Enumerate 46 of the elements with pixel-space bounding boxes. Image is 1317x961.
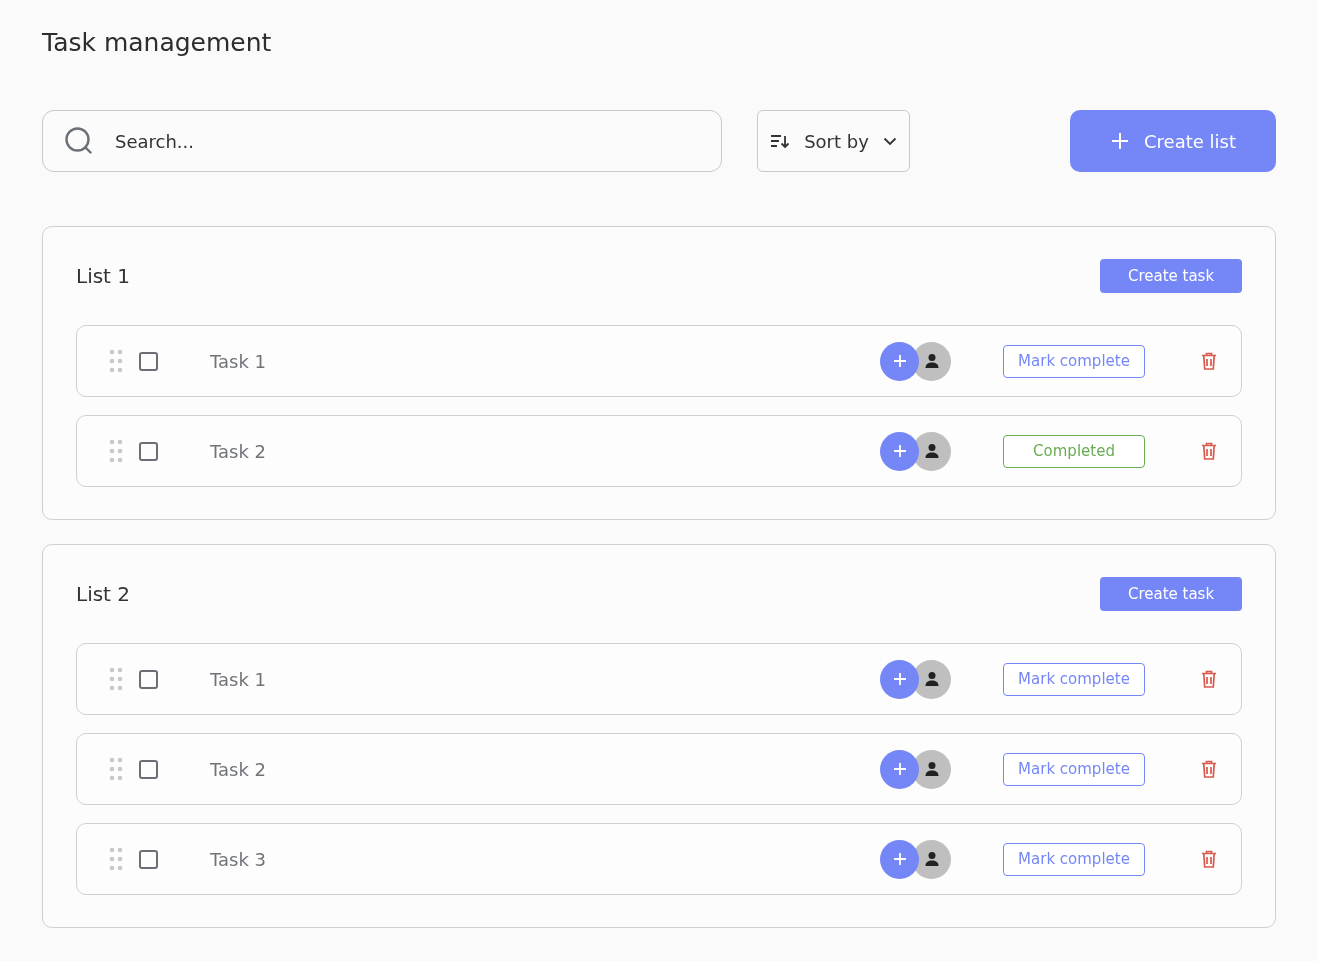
delete-icon[interactable] — [1201, 670, 1217, 688]
plus-icon — [1110, 131, 1130, 151]
plus-icon — [892, 444, 907, 458]
create-task-button[interactable]: Create task — [1100, 577, 1242, 611]
completed-badge[interactable]: Completed — [1003, 434, 1145, 468]
add-assignee-button[interactable] — [880, 839, 919, 879]
drag-handle-icon[interactable] — [109, 757, 123, 781]
drag-handle-icon[interactable] — [109, 847, 123, 871]
task-checkbox[interactable] — [139, 669, 158, 689]
task-name: Task 2 — [210, 758, 268, 780]
plus-icon — [892, 354, 907, 368]
add-assignee-button[interactable] — [880, 341, 919, 381]
list-title: List 2 — [76, 582, 131, 606]
page-title: Task management — [42, 28, 273, 59]
mark-complete-button[interactable]: Mark complete — [1003, 842, 1145, 876]
mark-complete-button[interactable]: Mark complete — [1003, 662, 1145, 696]
drag-handle-icon[interactable] — [109, 349, 123, 373]
delete-icon[interactable] — [1201, 442, 1217, 460]
plus-icon — [892, 672, 907, 686]
create-task-button[interactable]: Create task — [1100, 259, 1242, 293]
task-name: Task 2 — [210, 440, 268, 462]
delete-icon[interactable] — [1201, 352, 1217, 370]
task-name: Task 1 — [210, 350, 268, 372]
sort-dropdown[interactable]: Sort by — [757, 110, 910, 172]
sort-icon — [770, 133, 790, 149]
task-checkbox[interactable] — [139, 351, 158, 371]
mark-complete-button[interactable]: Mark complete — [1003, 344, 1145, 378]
plus-icon — [892, 852, 907, 866]
plus-icon — [892, 762, 907, 776]
delete-icon[interactable] — [1201, 760, 1217, 778]
task-name: Task 3 — [210, 848, 268, 870]
delete-icon[interactable] — [1201, 850, 1217, 868]
create-list-button[interactable]: Create list — [1070, 110, 1276, 172]
chevron-down-icon — [883, 136, 897, 146]
drag-handle-icon[interactable] — [109, 667, 123, 691]
task-checkbox[interactable] — [139, 441, 158, 461]
task-checkbox[interactable] — [139, 849, 158, 869]
list-title: List 1 — [76, 264, 131, 288]
add-assignee-button[interactable] — [880, 749, 919, 789]
mark-complete-button[interactable]: Mark complete — [1003, 752, 1145, 786]
task-checkbox[interactable] — [139, 759, 158, 779]
add-assignee-button[interactable] — [880, 431, 919, 471]
add-assignee-button[interactable] — [880, 659, 919, 699]
task-name: Task 1 — [210, 668, 268, 690]
search-field[interactable]: Search... — [42, 110, 722, 172]
drag-handle-icon[interactable] — [109, 439, 123, 463]
